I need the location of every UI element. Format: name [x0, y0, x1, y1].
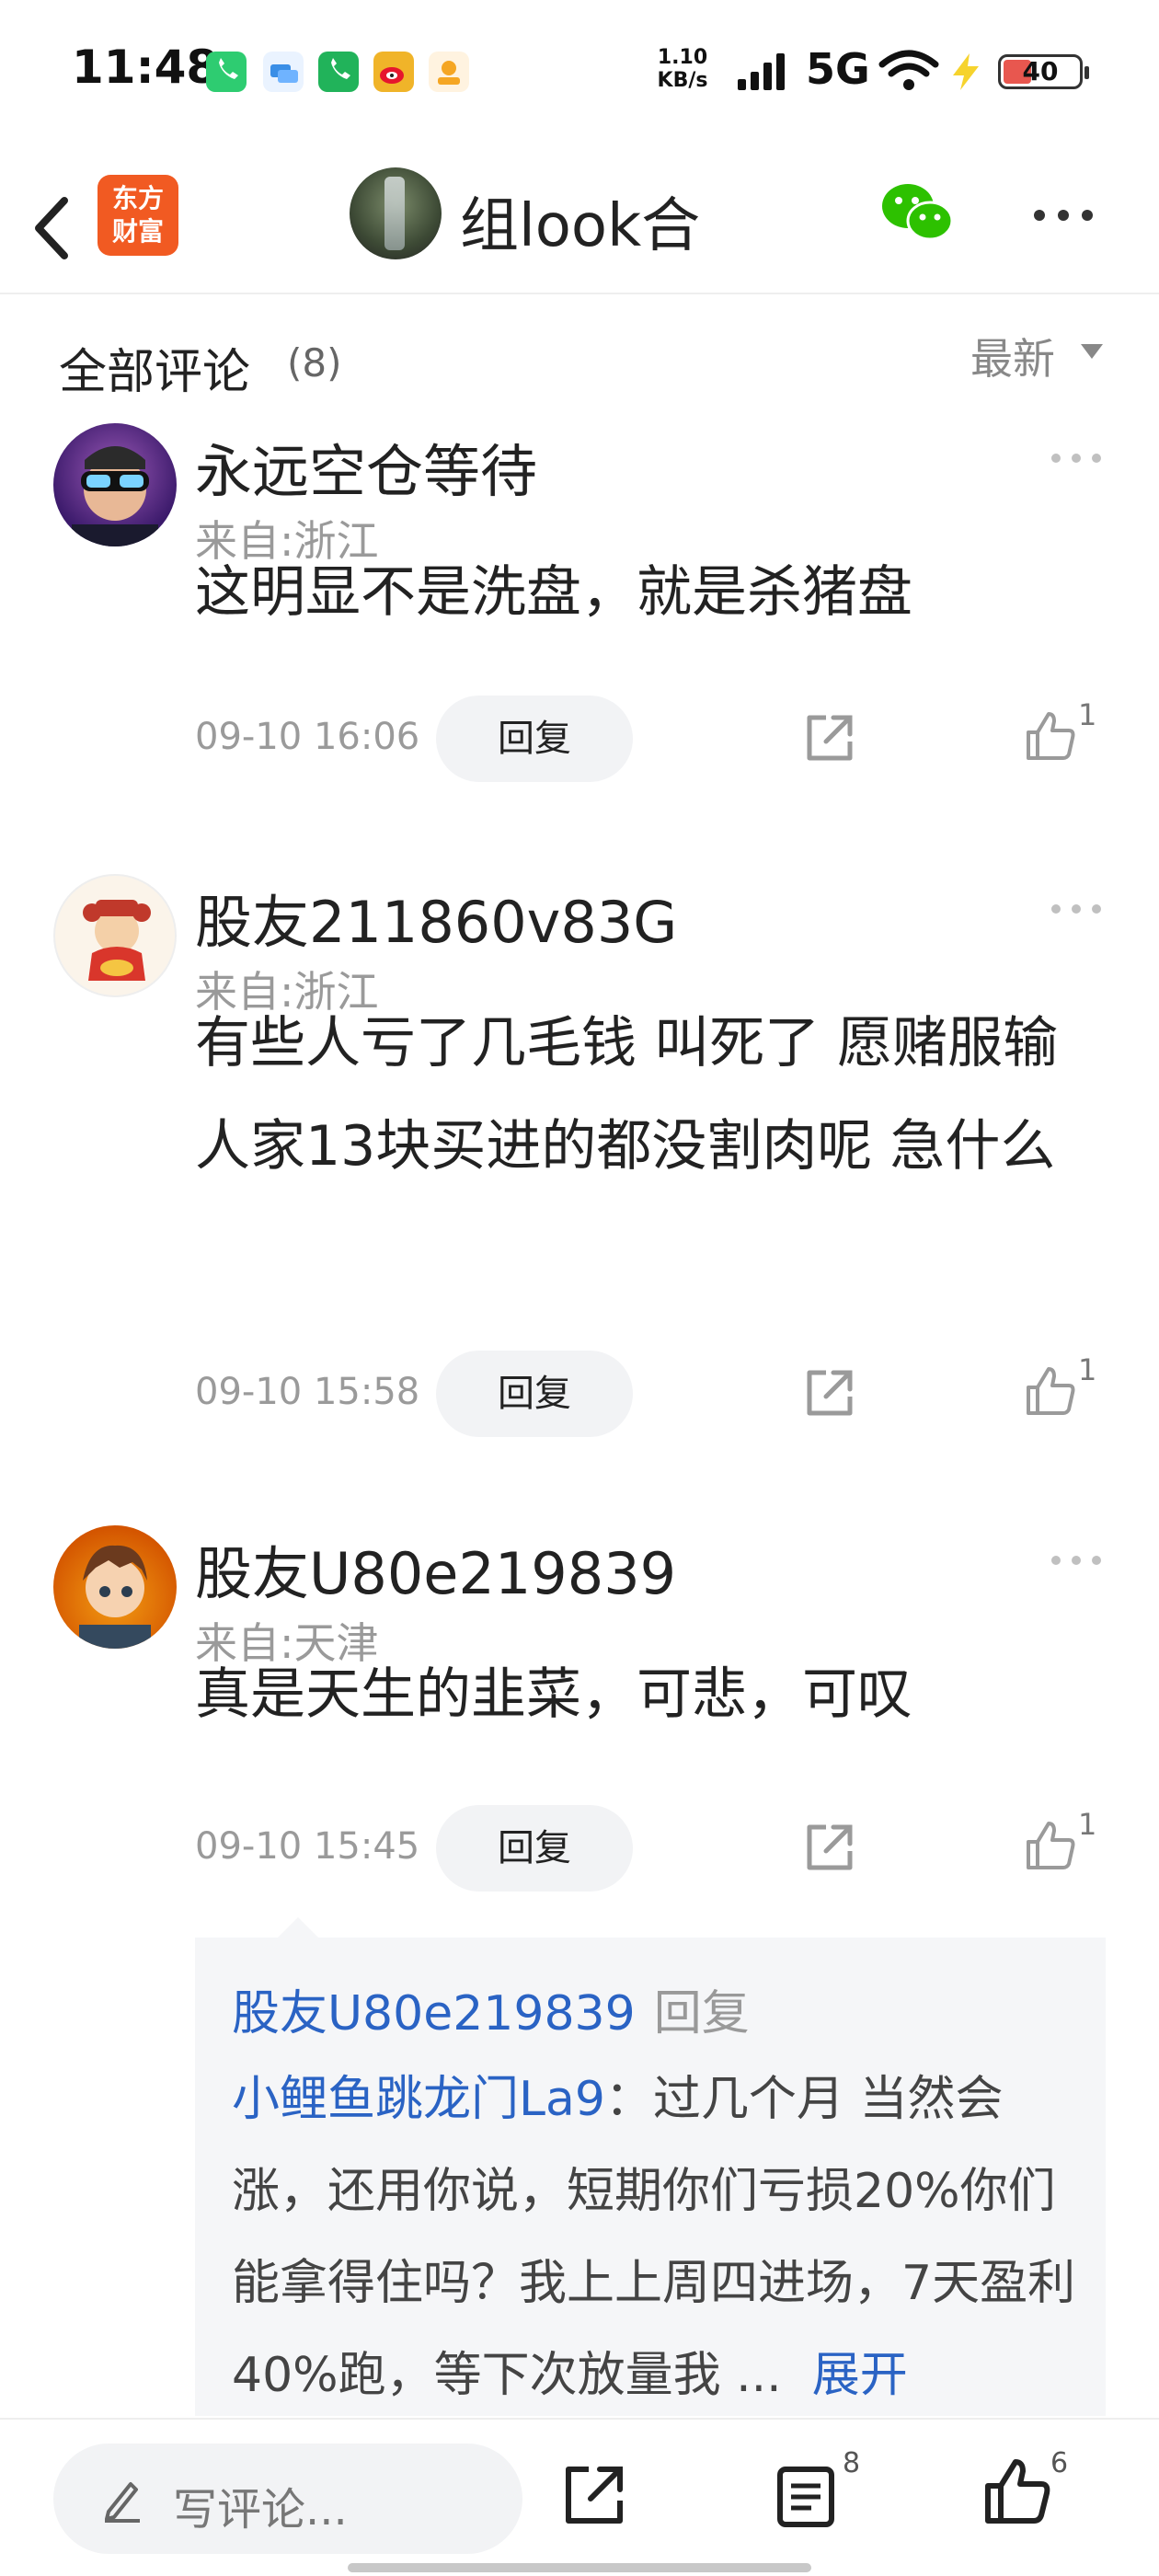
- charging-icon: [953, 53, 979, 90]
- reply-author[interactable]: 小鲤鱼跳龙门La9: [232, 2072, 605, 2127]
- network-type: 5G: [806, 44, 870, 94]
- comment-author[interactable]: 股友U80e219839: [195, 1527, 676, 1610]
- comment-author[interactable]: 永远空仓等待: [195, 425, 537, 508]
- share-icon[interactable]: [802, 710, 857, 765]
- top-nav: 东方 财富 组look合: [0, 156, 1159, 294]
- sort-select[interactable]: 最新: [970, 326, 1055, 386]
- reply-verb: 回复: [653, 1986, 750, 2041]
- comment-text: 有些人亏了几毛钱 叫死了 愿赌服输 人家13块买进的都没割肉呢 急什么: [195, 1011, 1059, 1179]
- comment-count-badge: 8: [843, 2447, 861, 2479]
- comment-meta: 09-10 16:06 回复 1: [195, 696, 1115, 782]
- status-bar: 11:48 1.10 KB/s 5G 40: [0, 0, 1159, 138]
- xiaohongshu-icon: [429, 52, 469, 92]
- comment-item: 股友U80e219839 来自:天津 真是天生的韭菜，可悲，可叹 09-10 1…: [0, 1525, 1159, 1912]
- comment-time: 09-10 15:45: [195, 1825, 420, 1868]
- wechat-icon[interactable]: [878, 178, 956, 248]
- comment-list-icon[interactable]: [775, 2464, 839, 2528]
- thumbs-up-icon[interactable]: [1023, 1818, 1078, 1873]
- avatar[interactable]: [53, 1525, 177, 1649]
- thumbs-up-icon[interactable]: [982, 2456, 1052, 2526]
- comment-time: 09-10 15:58: [195, 1371, 420, 1413]
- comment-time: 09-10 16:06: [195, 716, 420, 758]
- thumbs-up-icon[interactable]: [1023, 1363, 1078, 1419]
- like-count: 1: [1078, 1807, 1097, 1842]
- weibo-icon: [373, 52, 414, 92]
- comment-author[interactable]: 股友211860v83G: [195, 876, 677, 959]
- like-count-badge: 6: [1050, 2447, 1069, 2479]
- comments-title: 全部评论: [59, 345, 251, 400]
- message-icon: [263, 52, 304, 92]
- reply-header: 股友U80e219839 回复: [232, 1974, 750, 2043]
- like-count: 1: [1078, 1352, 1097, 1387]
- comments-count: (8): [287, 340, 342, 385]
- reply-button[interactable]: 回复: [436, 1805, 633, 1892]
- reply-thread[interactable]: 股友U80e219839 回复 小鲤鱼跳龙门La9：过几个月 当然会涨，还用你说，…: [195, 1917, 1106, 2416]
- back-icon[interactable]: [26, 191, 81, 265]
- more-icon[interactable]: [1049, 1553, 1104, 1568]
- comment-meta: 09-10 15:58 回复 1: [195, 1351, 1115, 1437]
- signal-icon: [738, 53, 785, 90]
- comments-header: 全部评论 (8) 最新: [0, 313, 1159, 405]
- comment-text: 真是天生的韭菜，可悲，可叹: [195, 1662, 912, 1727]
- expand-link[interactable]: 展开: [812, 2348, 908, 2403]
- reply-button[interactable]: 回复: [436, 1351, 633, 1437]
- home-indicator[interactable]: [348, 2563, 811, 2572]
- more-icon[interactable]: [1049, 902, 1104, 916]
- avatar[interactable]: [53, 423, 177, 546]
- comment-placeholder: 写评论...: [173, 2484, 348, 2536]
- like-count: 1: [1078, 697, 1097, 732]
- phone-green-icon: [206, 52, 247, 92]
- comment-text: 这明显不是洗盘，就是杀猪盘: [195, 560, 912, 625]
- reply-button[interactable]: 回复: [436, 696, 633, 782]
- app-logo[interactable]: 东方 财富: [98, 175, 178, 256]
- share-icon[interactable]: [802, 1820, 857, 1875]
- battery-icon: 40: [998, 54, 1089, 89]
- comment-item: 股友211860v83G 来自:浙江 有些人亏了几毛钱 叫死了 愿赌服输 人家1…: [0, 874, 1159, 1454]
- share-icon[interactable]: [559, 2460, 629, 2530]
- group-avatar[interactable]: [350, 167, 442, 259]
- bottom-bar: 写评论... 8 6: [0, 2418, 1159, 2576]
- comment-item: 永远空仓等待 来自:浙江 这明显不是洗盘，就是杀猪盘 09-10 16:06 回…: [0, 423, 1159, 791]
- status-time: 11:48: [72, 40, 219, 94]
- comment-input[interactable]: 写评论...: [53, 2444, 522, 2554]
- network-speed: 1.10 KB/s: [657, 46, 708, 92]
- pencil-icon: [105, 2482, 140, 2523]
- more-icon[interactable]: [1049, 451, 1104, 466]
- thumbs-up-icon[interactable]: [1023, 708, 1078, 764]
- page-title[interactable]: 组look合: [460, 178, 700, 263]
- share-icon[interactable]: [802, 1365, 857, 1420]
- wifi-icon: [878, 50, 939, 90]
- caret-down-icon[interactable]: [1081, 344, 1103, 359]
- battery-level: 40: [1022, 56, 1059, 86]
- phone-icon: [318, 52, 359, 92]
- comment-meta: 09-10 15:45 回复 1: [195, 1805, 1115, 1892]
- more-icon[interactable]: [1030, 206, 1096, 224]
- avatar[interactable]: [53, 874, 177, 997]
- reply-body: 小鲤鱼跳龙门La9：过几个月 当然会涨，还用你说，短期你们亏损20%你们能拿得住…: [232, 2053, 1096, 2421]
- reply-target-user[interactable]: 股友U80e219839: [232, 1986, 636, 2041]
